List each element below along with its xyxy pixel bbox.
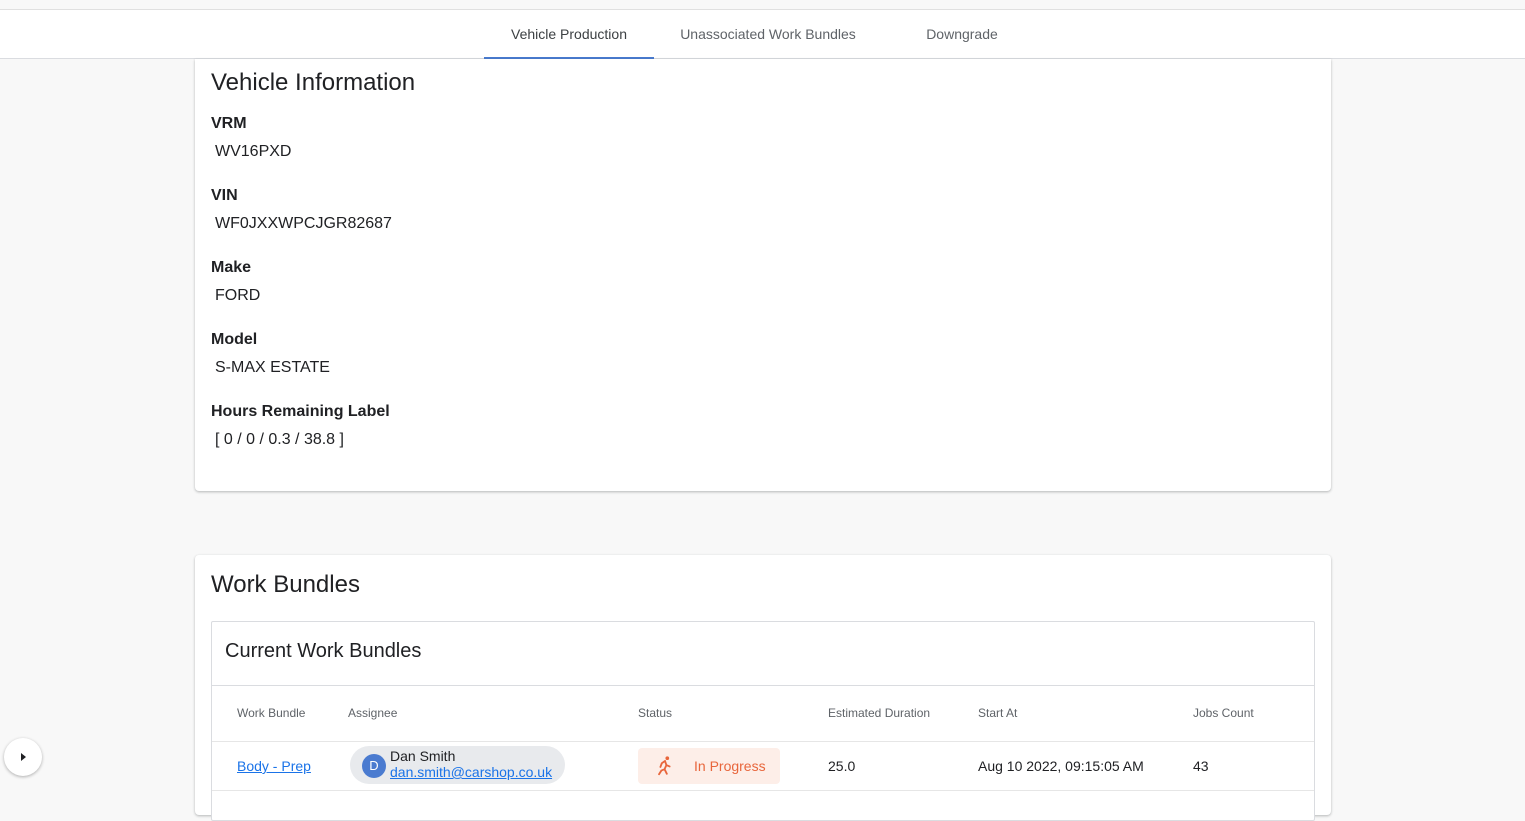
tab-bar: Vehicle Production Unassociated Work Bun…	[0, 10, 1525, 59]
assignee-chip[interactable]: D Dan Smith dan.smith@carshop.co.uk	[350, 746, 565, 784]
model-value: S-MAX ESTATE	[215, 359, 330, 376]
column-header-assignee[interactable]: Assignee	[348, 686, 397, 740]
estimated-duration-cell: 25.0	[828, 758, 856, 774]
assignee-email-link[interactable]: dan.smith@carshop.co.uk	[390, 764, 552, 780]
avatar: D	[362, 754, 386, 778]
current-work-bundles-panel: Current Work Bundles Work Bundle Assigne…	[211, 621, 1315, 821]
work-bundles-card: Work Bundles Current Work Bundles Work B…	[195, 555, 1331, 821]
vehicle-information-title: Vehicle Information	[211, 69, 416, 96]
hours-remaining-value: [ 0 / 0 / 0.3 / 38.8 ]	[215, 431, 344, 448]
table-header: Work Bundle Assignee Status Estimated Du…	[212, 685, 1314, 742]
work-bundles-title: Work Bundles	[211, 571, 360, 598]
top-strip	[0, 0, 1525, 10]
column-header-jobs-count[interactable]: Jobs Count	[1193, 686, 1254, 740]
column-header-status[interactable]: Status	[638, 686, 672, 740]
assignee-name: Dan Smith	[390, 748, 456, 764]
hours-remaining-label: Hours Remaining Label	[211, 403, 390, 420]
tab-downgrade[interactable]: Downgrade	[904, 10, 1020, 58]
current-work-bundles-title: Current Work Bundles	[225, 640, 422, 662]
make-value: FORD	[215, 287, 261, 304]
expand-sidebar-button[interactable]	[4, 738, 42, 776]
vin-label: VIN	[211, 187, 238, 204]
start-at-cell: Aug 10 2022, 09:15:05 AM	[978, 758, 1144, 774]
work-bundle-link[interactable]: Body - Prep	[237, 758, 311, 774]
tab-unassociated-work-bundles[interactable]: Unassociated Work Bundles	[664, 10, 872, 58]
model-label: Model	[211, 331, 258, 348]
vin-value: WF0JXXWPCJGR82687	[215, 215, 392, 232]
status-badge: In Progress	[638, 748, 780, 784]
chevron-right-icon	[21, 753, 26, 761]
status-text: In Progress	[694, 758, 766, 774]
column-header-estimated-duration[interactable]: Estimated Duration	[828, 686, 930, 740]
table-row[interactable]: Body - Prep D Dan Smith dan.smith@carsho…	[212, 742, 1314, 791]
make-label: Make	[211, 259, 252, 276]
vrm-value: WV16PXD	[215, 143, 292, 160]
jobs-count-cell: 43	[1193, 758, 1209, 774]
tab-vehicle-production[interactable]: Vehicle Production	[484, 10, 654, 59]
column-header-work-bundle[interactable]: Work Bundle	[237, 686, 305, 740]
vrm-label: VRM	[211, 115, 247, 132]
vehicle-information-card: Vehicle Information VRM WV16PXD VIN WF0J…	[195, 59, 1331, 491]
running-person-icon	[658, 756, 671, 776]
work-bundle-cell: Body - Prep	[237, 742, 311, 790]
column-header-start-at[interactable]: Start At	[978, 686, 1017, 740]
